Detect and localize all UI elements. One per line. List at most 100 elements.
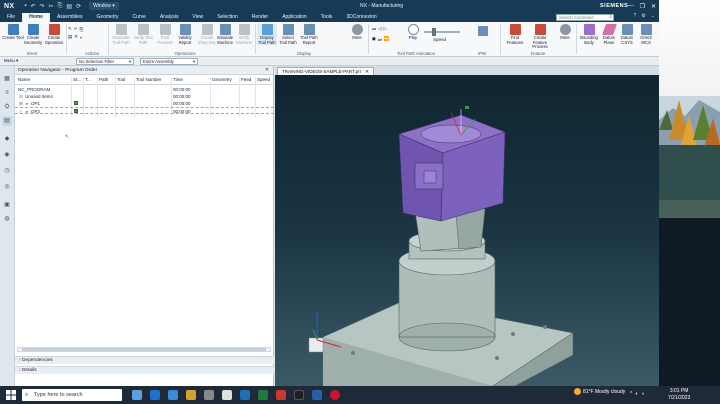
table-row[interactable]: ⊟ Unused Items 00:00:00 [15,93,274,100]
tab-application[interactable]: Application [275,13,313,22]
table-row[interactable]: NC_PROGRAM 00:00:00 [15,86,274,93]
system-materials-icon[interactable]: ▣ [2,200,12,210]
verify-machine-button[interactable]: Verify Machine [234,24,254,45]
dependencies-panel[interactable]: › Dependencies [15,356,274,364]
create-tool-button[interactable]: Create Tool [2,24,24,41]
redo-icon[interactable]: ↷ [40,3,45,10]
datum-csys-button[interactable]: Datum CSYS [618,24,636,45]
play-button[interactable]: Play [404,24,422,41]
ipw-icon[interactable] [478,26,488,36]
create-operation-button[interactable]: Create Operation [43,24,65,45]
tab-analysis[interactable]: Analysis [153,13,186,22]
tab-tools[interactable]: Tools [314,13,340,22]
expand-icon[interactable]: ⊞ [19,100,23,107]
fast-forward-icon[interactable]: ⏭ [378,37,382,42]
tab-selection[interactable]: Selection [210,13,245,22]
column-path[interactable]: Path [99,77,108,82]
undo-icon[interactable]: ↶ [30,3,35,10]
app-icon[interactable] [204,390,214,400]
table-row[interactable]: ⊞ ▰ OP1 00:00:00 [15,100,274,107]
edit-object-icon[interactable]: ✎ [68,26,72,32]
expand-icon[interactable]: ⊟ [19,93,23,100]
feature-navigator-icon[interactable]: ◆ [2,134,12,144]
tab-geometry[interactable]: Geometry [90,13,126,22]
select-tool-path-button[interactable]: Select Tool Path [278,24,298,45]
menu-dropdown[interactable]: Menu ▾ [2,58,28,65]
graphics-viewport[interactable]: TRAINING-VIDEOS-SAMPLE-PART.prt ✕ [275,66,659,386]
settings-icon[interactable]: ⚙ [641,13,645,19]
minimize-button[interactable]: — [628,3,634,10]
excel-icon[interactable] [258,390,268,400]
end-icon[interactable]: ⏩ [384,36,390,42]
generate-tool-path-button[interactable]: Generate Tool Path [110,24,132,45]
copy-icon[interactable]: ⎘ [58,3,63,10]
validity-report-button[interactable]: Validity Report [174,24,196,45]
network-icon[interactable]: ◐ [635,391,638,397]
details-panel[interactable]: › Details [15,366,274,374]
weather-widget[interactable]: 81°F Mostly cloudy [574,388,625,396]
tool-path-report-button[interactable]: Tool Path Report [298,24,320,45]
paste-object-icon[interactable]: ▤ [68,34,72,40]
tab-render[interactable]: Render [245,13,275,22]
chevron-down-icon[interactable]: ⌄ [651,13,655,19]
bounding-body-button[interactable]: Bounding Body [578,24,600,45]
windows-icon[interactable] [168,390,178,400]
copy-object-icon[interactable]: ⎘ [80,27,84,32]
find-features-button[interactable]: Find Features [504,24,526,45]
horizontal-scrollbar[interactable] [17,347,271,352]
table-row-selected[interactable]: ✓ ▰ OP2 00:00:00 [15,107,274,114]
tab-3dconnexion[interactable]: 3DConnexion [339,13,383,22]
step-forward-icon[interactable]: ▷ [384,26,387,32]
column-time[interactable]: Time [173,77,183,82]
more-display-button[interactable]: More [348,24,366,41]
speed-slider-thumb[interactable] [432,28,436,36]
word-icon[interactable] [240,390,250,400]
recorder-icon[interactable] [330,390,340,400]
save-icon[interactable]: ▪ [24,3,26,10]
selection-filter-dropdown[interactable]: No Selection Filter ▼ [76,58,134,65]
nx-taskbar-icon[interactable] [312,390,322,400]
speed-slider[interactable] [424,31,460,33]
edge-icon[interactable] [150,390,160,400]
create-geometry-button[interactable]: Create Geometry [22,24,44,45]
orient-wcs-button[interactable]: Orient WCS [636,24,656,45]
column-status[interactable]: St... [73,77,81,82]
tab-assemblies[interactable]: Assemblies [50,13,90,22]
chevron-up-icon[interactable]: ^ [630,391,632,397]
taskbar-search-input[interactable]: ⌕ Type here to search [22,389,122,401]
history-icon[interactable]: ◷ [2,166,12,176]
display-tool-path-button[interactable]: Display Tool Path [257,24,277,46]
simulate-machine-button[interactable]: Simulate Machine [214,24,236,45]
file-explorer-icon[interactable] [186,390,196,400]
terminal-icon[interactable] [294,390,304,400]
chrome-icon[interactable] [222,390,232,400]
column-tool-number[interactable]: Tool Number [136,77,162,82]
scrollbar-thumb[interactable] [22,348,266,351]
tab-curve[interactable]: Curve [126,13,153,22]
selection-scope-dropdown[interactable]: Entire Assembly ▼ [140,58,198,65]
paste-icon[interactable]: ▤ [66,3,72,10]
windows-start-icon[interactable] [6,390,16,400]
cut-object-icon[interactable]: ✂ [74,26,78,32]
window-menu[interactable]: Window ▾ [89,2,119,10]
machine-tool-navigator-icon[interactable]: ▤ [2,116,12,126]
column-feed[interactable]: Feed [241,77,251,82]
tab-home[interactable]: Home [22,13,50,22]
part-model-view[interactable] [275,75,659,386]
part-file-tab[interactable]: TRAINING-VIDEOS-SAMPLE-PART.prt ✕ [277,67,374,75]
part-navigator-icon[interactable]: ▦ [2,74,12,84]
tab-file[interactable]: File [0,13,22,22]
tab-view[interactable]: View [185,13,210,22]
delete-object-icon[interactable]: ✕ [74,34,78,40]
post-process-button[interactable]: Post Process [154,24,176,45]
operation-navigator-icon[interactable]: ≡ [2,88,12,98]
acrobat-icon[interactable] [276,390,286,400]
close-button[interactable]: ✕ [651,3,656,10]
reuse-library-icon[interactable]: ◉ [2,150,12,160]
rewind-icon[interactable]: ⏮ [372,27,376,32]
datum-plane-button[interactable]: Datum Plane [600,24,618,45]
more-feature-button[interactable]: More [556,24,574,41]
cut-icon[interactable]: ✂ [49,3,54,10]
close-icon[interactable]: ✕ [265,66,269,75]
column-name[interactable]: Name [18,77,30,82]
